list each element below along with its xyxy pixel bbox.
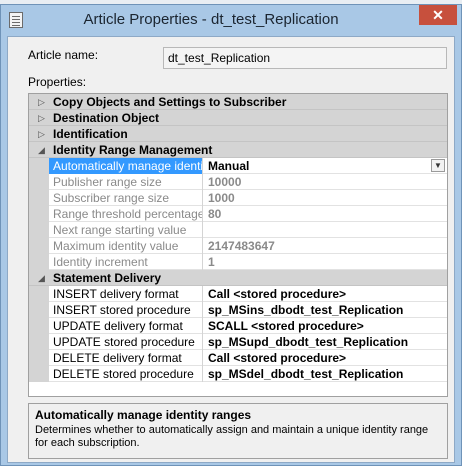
property-name: Identity increment xyxy=(49,254,203,270)
dialog-body: Article name: dt_test_Replication Proper… xyxy=(7,36,455,463)
properties-label: Properties: xyxy=(28,75,87,89)
property-value[interactable]: sp_MSupd_dbodt_test_Replication xyxy=(205,334,447,350)
property-name: Subscriber range size xyxy=(49,190,203,206)
property-row[interactable]: Publisher range size 10000 xyxy=(29,174,447,190)
description-text: Determines whether to automatically assi… xyxy=(35,424,429,449)
window-title: Article Properties - dt_test_Replication xyxy=(83,11,339,28)
property-row[interactable]: Subscriber range size 1000 xyxy=(29,190,447,206)
triangle-right-icon[interactable]: ▷ xyxy=(38,110,45,126)
article-name-field: dt_test_Replication xyxy=(163,47,447,69)
article-name-label: Article name: xyxy=(28,48,99,62)
property-row[interactable]: INSERT delivery format Call <stored proc… xyxy=(29,286,447,302)
property-row[interactable]: DELETE delivery format Call <stored proc… xyxy=(29,350,447,366)
property-value: 2147483647 xyxy=(208,239,275,253)
property-row[interactable]: UPDATE stored procedure sp_MSupd_dbodt_t… xyxy=(29,334,447,350)
property-name: Publisher range size xyxy=(49,174,203,190)
property-name: DELETE stored procedure xyxy=(49,366,203,382)
article-properties-window: Article Properties - dt_test_Replication… xyxy=(0,4,462,466)
triangle-down-icon[interactable]: ◢ xyxy=(38,142,45,158)
property-name: DELETE delivery format xyxy=(49,350,203,366)
chevron-down-icon[interactable]: ▼ xyxy=(431,159,445,172)
category-statement-delivery[interactable]: ◢ Statement Delivery xyxy=(29,270,447,286)
description-title: Automatically manage identity ranges xyxy=(35,408,252,422)
close-button[interactable]: ✕ xyxy=(419,5,457,25)
property-row[interactable]: Maximum identity value 2147483647 xyxy=(29,238,447,254)
property-value[interactable]: SCALL <stored procedure> xyxy=(205,318,447,334)
category-destination-object[interactable]: ▷ Destination Object xyxy=(29,110,447,126)
property-value: 1000 xyxy=(208,191,235,205)
property-name: UPDATE stored procedure xyxy=(49,334,203,350)
property-row[interactable]: Range threshold percentage 80 xyxy=(29,206,447,222)
category-identity-range[interactable]: ◢ Identity Range Management xyxy=(29,142,447,158)
property-row[interactable]: Automatically manage identity ra Manual … xyxy=(29,158,447,174)
property-value: 80 xyxy=(208,207,222,221)
property-value[interactable]: sp_MSdel_dbodt_test_Replication xyxy=(205,366,447,382)
property-value[interactable]: sp_MSins_dbodt_test_Replication xyxy=(205,302,447,318)
property-value[interactable]: Call <stored procedure> xyxy=(205,286,447,302)
category-copy-objects[interactable]: ▷ Copy Objects and Settings to Subscribe… xyxy=(29,94,447,110)
property-value: 1 xyxy=(208,255,215,269)
property-value[interactable]: Call <stored procedure> xyxy=(205,350,447,366)
property-name: INSERT stored procedure xyxy=(49,302,203,318)
triangle-right-icon[interactable]: ▷ xyxy=(38,126,45,142)
property-name: INSERT delivery format xyxy=(49,286,203,302)
property-name: Range threshold percentage xyxy=(49,206,203,222)
property-name: Automatically manage identity ra xyxy=(49,158,203,174)
property-row[interactable]: DELETE stored procedure sp_MSdel_dbodt_t… xyxy=(29,366,447,382)
triangle-right-icon[interactable]: ▷ xyxy=(38,94,45,110)
property-row[interactable]: INSERT stored procedure sp_MSins_dbodt_t… xyxy=(29,302,447,318)
triangle-down-icon[interactable]: ◢ xyxy=(38,270,45,286)
category-identification[interactable]: ▷ Identification xyxy=(29,126,447,142)
identity-mode-select[interactable]: Manual ▼ xyxy=(205,158,447,174)
property-row[interactable]: Next range starting value xyxy=(29,222,447,238)
title-bar[interactable]: Article Properties - dt_test_Replication… xyxy=(1,5,461,35)
property-row[interactable]: Identity increment 1 xyxy=(29,254,447,270)
description-panel: Automatically manage identity ranges Det… xyxy=(28,403,448,459)
property-value: 10000 xyxy=(208,175,242,189)
property-row[interactable]: UPDATE delivery format SCALL <stored pro… xyxy=(29,318,447,334)
property-name: UPDATE delivery format xyxy=(49,318,203,334)
property-grid[interactable]: ▷ Copy Objects and Settings to Subscribe… xyxy=(28,93,448,397)
property-name: Maximum identity value xyxy=(49,238,203,254)
property-name: Next range starting value xyxy=(49,222,203,238)
